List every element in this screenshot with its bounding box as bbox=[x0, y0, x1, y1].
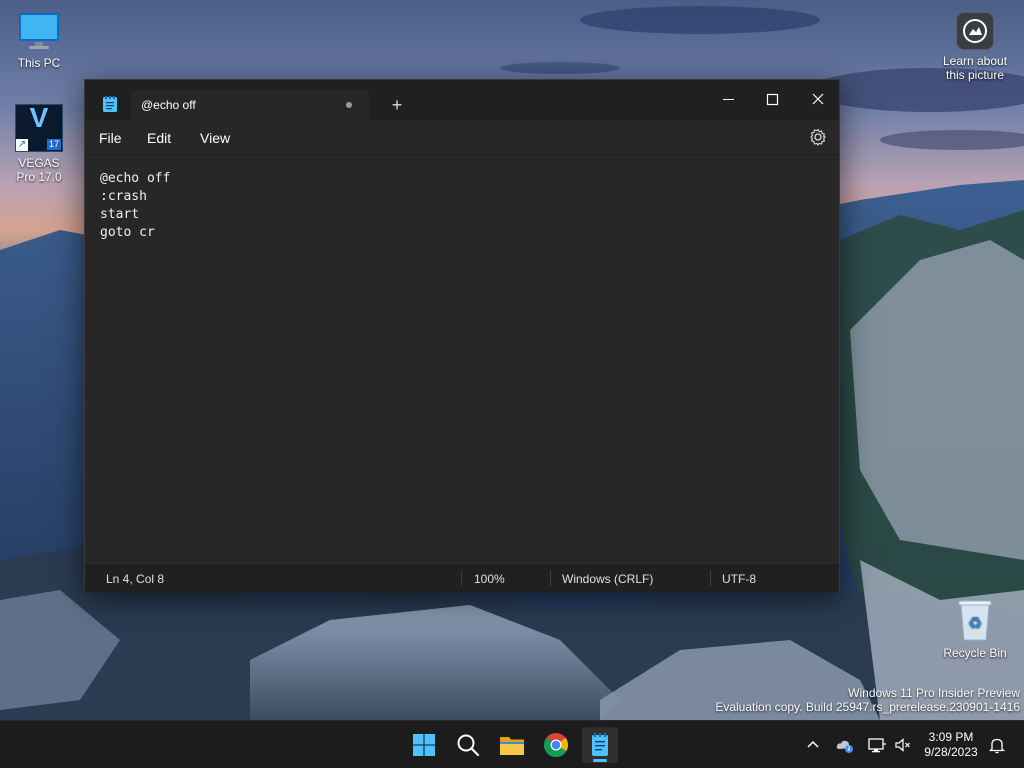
minimize-icon bbox=[723, 99, 734, 100]
shortcut-arrow-icon: ↗ bbox=[16, 139, 28, 151]
bell-icon bbox=[988, 738, 1006, 754]
clock-date: 9/28/2023 bbox=[924, 745, 978, 759]
cursor-position: Ln 4, Col 8 bbox=[106, 572, 165, 586]
show-hidden-icons-button[interactable] bbox=[803, 735, 823, 755]
vegas-version-badge: 17 bbox=[46, 139, 61, 150]
minimize-button[interactable] bbox=[705, 86, 751, 114]
editor-line: @echo off bbox=[100, 171, 171, 186]
monitor-icon bbox=[17, 12, 61, 52]
desktop-icon-learn-about-picture[interactable]: Learn about this picture bbox=[934, 12, 1016, 82]
camera-info-icon bbox=[956, 12, 994, 50]
chrome-icon bbox=[543, 733, 569, 758]
notifications-button[interactable] bbox=[987, 735, 1007, 755]
status-divider bbox=[461, 570, 462, 586]
editor-line: goto cr bbox=[100, 225, 155, 240]
chevron-up-icon bbox=[807, 740, 819, 748]
document-tab[interactable]: @echo off bbox=[131, 90, 369, 120]
title-bar[interactable]: @echo off + bbox=[85, 80, 839, 120]
desktop-icon-recycle-bin[interactable]: ♻ Recycle Bin bbox=[935, 598, 1015, 660]
evaluation-watermark: Windows 11 Pro Insider Preview Evaluatio… bbox=[715, 686, 1020, 714]
new-tab-button[interactable]: + bbox=[385, 94, 409, 116]
volume-muted-icon bbox=[895, 738, 910, 752]
notepad-icon bbox=[592, 733, 608, 756]
cloud-info-icon bbox=[836, 740, 853, 753]
tab-title: @echo off bbox=[141, 98, 196, 112]
desktop-icon-this-pc[interactable]: This PC bbox=[0, 12, 79, 70]
file-explorer-button[interactable] bbox=[494, 727, 530, 763]
status-bar: Ln 4, Col 8 100% Windows (CRLF) UTF-8 bbox=[85, 563, 839, 592]
desktop-icon-label: Learn about this picture bbox=[942, 54, 1008, 82]
search-icon bbox=[457, 734, 480, 757]
vegas-letter: V bbox=[29, 102, 49, 133]
close-button[interactable] bbox=[795, 86, 841, 114]
active-app-indicator bbox=[593, 759, 607, 762]
status-divider bbox=[550, 570, 551, 586]
watermark-line-2: Evaluation copy. Build 25947.rs_prerelea… bbox=[715, 700, 1020, 714]
network-icon bbox=[868, 738, 886, 753]
volume-tray[interactable] bbox=[893, 735, 913, 755]
desktop-icon-vegas-pro[interactable]: V 17 ↗ VEGAS Pro 17.0 bbox=[0, 104, 79, 184]
status-divider bbox=[710, 570, 711, 586]
clock-time: 3:09 PM bbox=[928, 730, 974, 744]
maximize-button[interactable] bbox=[749, 86, 795, 114]
search-button[interactable] bbox=[450, 727, 486, 763]
encoding[interactable]: UTF-8 bbox=[722, 572, 756, 586]
unsaved-dot-icon[interactable] bbox=[346, 102, 352, 108]
notepad-app-icon bbox=[103, 96, 117, 117]
desktop-icon-label: This PC bbox=[17, 56, 61, 70]
recycle-bin-icon: ♻ bbox=[957, 598, 993, 642]
notepad-window[interactable]: @echo off + File Edit View @echo off :cr bbox=[84, 79, 840, 592]
start-icon bbox=[413, 734, 435, 756]
menu-view[interactable]: View bbox=[200, 130, 230, 146]
chrome-button[interactable] bbox=[538, 727, 574, 763]
network-tray[interactable] bbox=[867, 735, 887, 755]
desktop-icon-label: Recycle Bin bbox=[943, 646, 1007, 660]
menu-bar: File Edit View bbox=[85, 120, 839, 154]
vegas-pro-icon: V 17 ↗ bbox=[15, 104, 63, 152]
watermark-line-1: Windows 11 Pro Insider Preview bbox=[848, 686, 1020, 700]
zoom-level[interactable]: 100% bbox=[474, 572, 505, 586]
file-explorer-icon bbox=[500, 737, 524, 755]
start-button[interactable] bbox=[406, 727, 442, 763]
text-editor[interactable]: @echo off :crash start goto cr bbox=[85, 154, 839, 563]
taskbar: 3:09 PM 9/28/2023 bbox=[0, 720, 1024, 768]
editor-line: start bbox=[100, 207, 140, 222]
line-ending[interactable]: Windows (CRLF) bbox=[562, 572, 653, 586]
desktop-icon-label: VEGAS Pro 17.0 bbox=[16, 156, 62, 184]
menu-edit[interactable]: Edit bbox=[147, 130, 171, 146]
settings-gear-icon[interactable] bbox=[809, 128, 827, 146]
notepad-taskbar-button[interactable] bbox=[582, 727, 618, 763]
editor-line: :crash bbox=[100, 189, 147, 204]
close-icon bbox=[812, 93, 824, 105]
maximize-icon bbox=[766, 93, 779, 106]
onedrive-tray[interactable] bbox=[835, 735, 855, 755]
menu-file[interactable]: File bbox=[99, 130, 122, 146]
svg-text:♻: ♻ bbox=[968, 613, 982, 632]
system-clock[interactable]: 3:09 PM 9/28/2023 bbox=[916, 730, 986, 760]
